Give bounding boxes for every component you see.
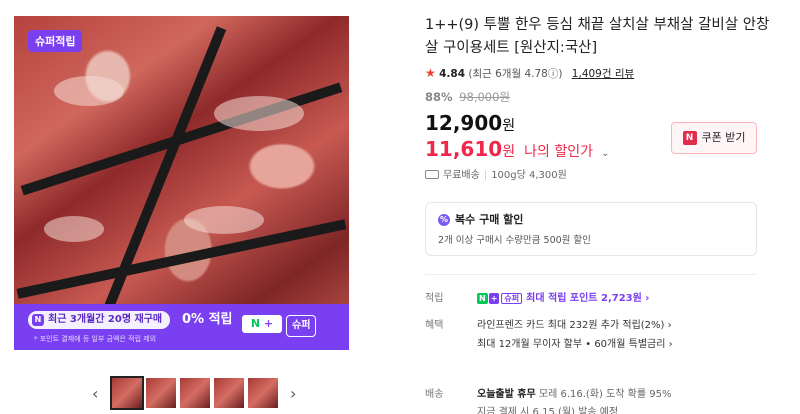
naver-plus-badge: N +	[242, 315, 282, 333]
rating-recent[interactable]: (최근 6개월 4.78ⓘ)	[468, 68, 562, 80]
truck-icon	[425, 170, 439, 179]
delivery-status: 오늘출발 휴무	[477, 389, 536, 400]
points-label: 적립	[425, 293, 444, 304]
discount-row: 88% 98,000원	[425, 89, 770, 105]
meat-marbling	[184, 206, 264, 234]
product-info: 1++(9) 투뿔 한우 등심 채끝 살치살 부채살 갈비살 안창살 구이용세트…	[425, 14, 770, 414]
discount-percent: 88%	[425, 90, 453, 104]
my-price-label: 나의 할인가	[524, 144, 594, 160]
thumbnail[interactable]	[214, 378, 244, 408]
coupon-button[interactable]: N 쿠폰 받기	[671, 122, 757, 154]
thumbnail-strip: ‹ ›	[28, 376, 363, 410]
shipping-row: 무료배송 | 100g당 4,300원	[425, 169, 770, 183]
multi-purchase-label: 복수 구매 할인	[455, 213, 524, 226]
thumbnail[interactable]	[110, 376, 144, 410]
delivery-info: 오늘출발 휴무 모레 6.16.(화) 도착 확률 95%	[477, 388, 671, 402]
naver-n-icon: N	[250, 317, 261, 330]
product-gallery: 슈퍼적립 N 최근 3개월간 20명 재구매 0% 적립 * 포인트 결제에 등…	[14, 16, 349, 410]
repurchase-text: 최근 3개월간 20명 재구매	[48, 314, 163, 325]
separator: |	[483, 170, 488, 181]
multi-purchase-box: % 복수 구매 할인 2개 이상 구매시 수량만큼 500원 할인	[425, 202, 757, 256]
meat-marbling	[54, 76, 124, 106]
naver-n-icon: N	[477, 293, 488, 304]
star-icon: ★	[425, 66, 436, 80]
price-value: 12,900	[425, 111, 503, 135]
promo-percent: 0% 적립	[182, 312, 233, 327]
chevron-down-icon[interactable]: ⌄	[601, 148, 609, 159]
meat-marbling	[214, 96, 304, 131]
unit-price: 100g당 4,300원	[491, 170, 567, 181]
delivery-ship-date: 지금 결제 시 6.15.(월) 발송 예정	[477, 407, 619, 414]
next-arrow-icon[interactable]: ›	[290, 384, 296, 404]
prev-arrow-icon[interactable]: ‹	[92, 384, 98, 404]
divider	[425, 274, 757, 275]
naver-coupon-icon: N	[682, 131, 697, 145]
tray-divider	[91, 26, 227, 340]
reviews-link[interactable]: 1,409건 리뷰	[572, 68, 634, 80]
rating-row: ★ 4.84 (최근 6개월 4.78ⓘ) 1,409건 리뷰	[425, 65, 770, 81]
rating-value: 4.84	[439, 68, 466, 80]
price-unit: 원	[502, 118, 516, 134]
promo-note: * 포인트 결제에 등 일부 금액은 적립 제외	[34, 335, 157, 343]
plus-icon: +	[263, 317, 274, 330]
naver-pill-icon: N	[32, 314, 44, 326]
multi-purchase-desc: 2개 이상 구매시 수량만큼 500원 할인	[438, 235, 591, 246]
percent-icon: %	[438, 214, 450, 226]
repurchase-pill: N 최근 3개월간 20명 재구매	[28, 311, 171, 329]
product-main-image[interactable]: 슈퍼적립 N 최근 3개월간 20명 재구매 0% 적립 * 포인트 결제에 등…	[14, 16, 349, 350]
thumbnail[interactable]	[180, 378, 210, 408]
delivery-eta: 모레 6.16.(화) 도착 확률 95%	[538, 389, 672, 400]
original-price: 98,000원	[459, 90, 511, 104]
max-points-link[interactable]: 최대 적립 포인트 2,723원 ›	[526, 293, 649, 304]
my-price-unit: 원	[502, 144, 516, 160]
promo-banner: N 최근 3개월간 20명 재구매 0% 적립 * 포인트 결제에 등 일부 금…	[14, 304, 349, 350]
benefit-card-link[interactable]: 라인프렌즈 카드 최대 232원 추가 적립(2%) ›	[477, 319, 672, 333]
delivery-label: 배송	[425, 389, 444, 400]
thumbnail[interactable]	[146, 378, 176, 408]
points-value[interactable]: N + 슈퍼 최대 적립 포인트 2,723원 ›	[477, 292, 649, 306]
plus-icon: +	[488, 293, 500, 304]
thumbnail[interactable]	[248, 378, 278, 408]
meat-marbling	[44, 216, 104, 242]
product-title: 1++(9) 투뿔 한우 등심 채끝 살치살 부채살 갈비살 안창살 구이용세트…	[425, 17, 770, 56]
free-shipping: 무료배송	[443, 170, 480, 181]
super-tag: 슈퍼	[286, 315, 317, 337]
installment-link[interactable]: 최대 12개월 무이자 할부 • 60개월 특별금리 ›	[477, 338, 673, 352]
multi-purchase-title: % 복수 구매 할인	[438, 213, 744, 227]
super-mini-badge: 슈퍼	[501, 293, 523, 304]
coupon-label: 쿠폰 받기	[701, 131, 746, 144]
my-price-value: 11,610	[425, 137, 503, 161]
super-save-badge: 슈퍼적립	[28, 30, 83, 52]
benefit-label: 혜택	[425, 320, 444, 331]
